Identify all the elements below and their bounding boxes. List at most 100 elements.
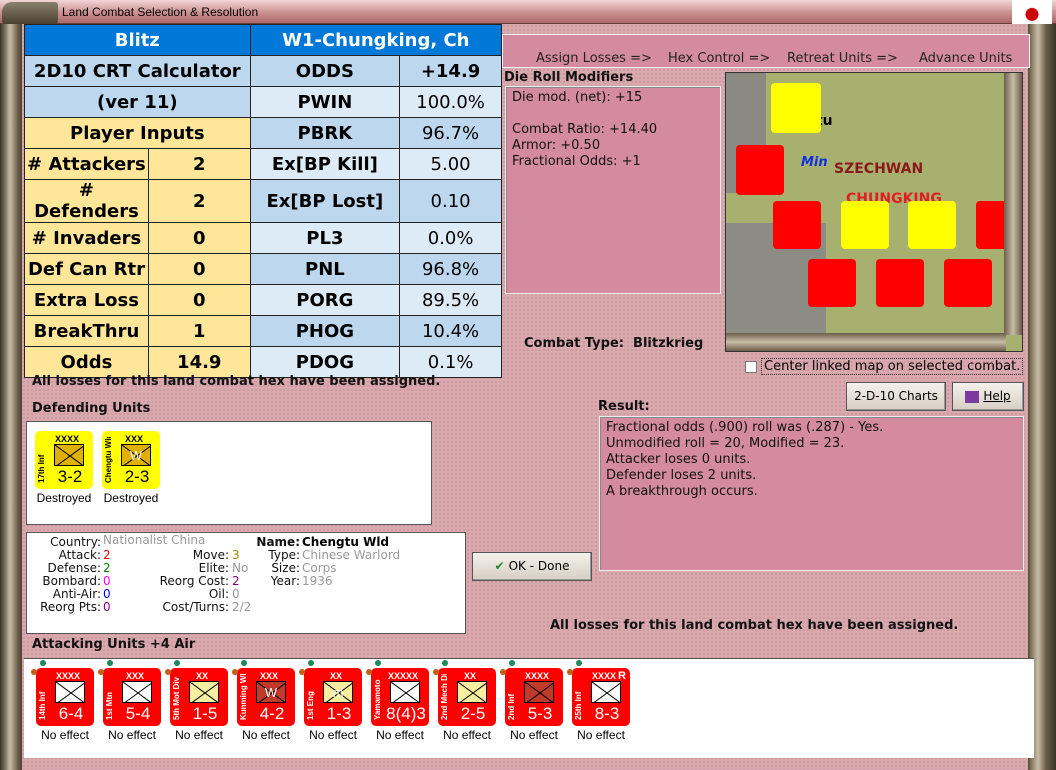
unit-counter[interactable]: XXXX 17th Inf 3-2 xyxy=(35,431,93,489)
ok-done-button[interactable]: ✔ OK - Done xyxy=(472,552,592,581)
unit-strength: 1-5 xyxy=(192,704,218,723)
result-title: Result: xyxy=(598,399,650,414)
die-roll-modifiers-box: Die mod. (net): +15 Combat Ratio: +14.40… xyxy=(505,86,721,294)
output-value: 89.5% xyxy=(399,284,502,316)
unit-counter[interactable]: XXX W Chengtu Wld 2-3 xyxy=(102,431,160,489)
unit-status-dot xyxy=(366,669,372,675)
unit-status-dot xyxy=(165,669,171,675)
output-value: 0.1% xyxy=(399,346,502,378)
ok-done-label: OK - Done xyxy=(508,559,570,573)
die-mod-line: Combat Ratio: +14.40 xyxy=(512,122,658,137)
unit-status-dot xyxy=(98,669,104,675)
output-value: 100.0% xyxy=(399,86,502,118)
window-title: Land Combat Selection & Resolution xyxy=(62,5,259,19)
result-box: Fractional odds (.900) roll was (.287) -… xyxy=(599,416,1024,571)
unit-strength: 5-4 xyxy=(125,704,151,723)
help-label: Help xyxy=(983,389,1011,403)
map-vertical-scrollbar[interactable] xyxy=(1004,73,1022,335)
output-value: 0.10 xyxy=(399,179,502,223)
map-counter[interactable] xyxy=(908,201,956,249)
hex-map[interactable]: ngtu Min SZECHWAN CHUNGKING xyxy=(725,72,1023,352)
unit-type-symbol-icon xyxy=(54,444,84,466)
center-linked-label[interactable]: Center linked map on selected combat. xyxy=(761,358,1024,375)
unit-counter[interactable]: XX m 1st Eng 1-3 xyxy=(304,668,362,726)
reorg-pts-label: Reorg Pts: xyxy=(40,600,101,614)
output-value: 96.7% xyxy=(399,117,502,149)
left-frame xyxy=(0,24,24,770)
attacking-title: Attacking Units +4 Air xyxy=(32,637,196,652)
rising-sun-flag-icon xyxy=(1012,0,1052,24)
unit-result: No effect xyxy=(309,728,357,742)
input-label: Odds xyxy=(24,346,149,378)
output-value: 96.8% xyxy=(399,253,502,285)
phase-retreat-units[interactable]: Retreat Units => xyxy=(787,51,898,66)
input-value[interactable]: 1 xyxy=(147,315,251,347)
die-roll-title: Die Roll Modifiers xyxy=(504,70,634,85)
unit-strength: 8(4)3 xyxy=(386,704,426,723)
unit-mark: W xyxy=(264,685,278,700)
unit-counter[interactable]: XXX 1st Mtn 5-4 xyxy=(103,668,161,726)
combat-type-key: Combat Type: xyxy=(524,336,624,351)
phase-bar: Assign Losses => Hex Control => Retreat … xyxy=(502,34,1030,68)
output-label: PORG xyxy=(249,284,401,316)
unit-type-symbol-icon: W xyxy=(256,681,286,703)
die-mod-line: Die mod. (net): +15 xyxy=(512,90,643,105)
unit-counter[interactable]: XXXX 25th Inf 8-3 R xyxy=(572,668,630,726)
input-value[interactable]: 0 xyxy=(147,284,251,316)
output-value: 10.4% xyxy=(399,315,502,347)
unit-strength: 1-3 xyxy=(326,704,352,723)
unit-counter[interactable]: XXX W Kunming Wld 4-2 xyxy=(237,668,295,726)
unit-status-dot xyxy=(509,660,515,666)
map-counter[interactable] xyxy=(773,201,821,249)
phase-assign-losses[interactable]: Assign Losses => xyxy=(536,51,652,66)
unit-status-dot xyxy=(576,660,582,666)
unit-result: No effect xyxy=(376,728,424,742)
combat-type-label: Combat Type: Blitzkrieg xyxy=(524,336,703,351)
die-mod-line: Fractional Odds: +1 xyxy=(512,154,641,169)
phase-advance-units[interactable]: Advance Units xyxy=(919,51,1012,66)
attacking-units-panel: XXXX 14th Inf 6-4 No effect XXX 1st Mtn 5-… xyxy=(24,658,1034,758)
unit-status-dot xyxy=(31,669,37,675)
unit-status-dot xyxy=(241,660,247,666)
output-label: PL3 xyxy=(249,222,401,254)
map-counter[interactable] xyxy=(771,83,821,133)
input-label: # Defenders xyxy=(24,179,149,223)
map-horizontal-scrollbar[interactable] xyxy=(726,333,1006,351)
unit-mark: W xyxy=(129,448,143,463)
reorg-pts-value: 0 xyxy=(103,600,111,614)
unit-counter[interactable]: XX 5th Mot Div 1-5 xyxy=(170,668,228,726)
sheet-header-right: W1-Chungking, Ch xyxy=(249,24,503,56)
cost-turns-label: Cost/Turns: xyxy=(162,600,229,614)
phase-hex-control[interactable]: Hex Control => xyxy=(668,51,770,66)
unit-counter[interactable]: XXXX 14th Inf 6-4 xyxy=(36,668,94,726)
unit-status-dot xyxy=(567,669,573,675)
map-counter[interactable] xyxy=(808,259,856,307)
unit-status-dot xyxy=(299,669,305,675)
unit-status-dot xyxy=(500,669,506,675)
system-menu-button[interactable] xyxy=(2,2,58,24)
title-bar: Land Combat Selection & Resolution xyxy=(0,0,1056,24)
input-value[interactable]: 2 xyxy=(147,179,251,223)
unit-result: No effect xyxy=(175,728,223,742)
year-value: 1936 xyxy=(302,574,333,588)
unit-counter[interactable]: XXXXX Yamamoto 8(4)3 xyxy=(371,668,429,726)
map-counter[interactable] xyxy=(944,259,992,307)
center-linked-checkbox[interactable] xyxy=(745,361,757,373)
help-button[interactable]: Help xyxy=(952,382,1024,411)
input-value[interactable]: 14.9 xyxy=(147,346,251,378)
unit-counter[interactable]: XX 2nd Mech Div 2-5 xyxy=(438,668,496,726)
input-value[interactable]: 2 xyxy=(147,148,251,180)
map-counter[interactable] xyxy=(736,145,784,195)
unit-type-symbol-icon: W xyxy=(121,444,151,466)
unit-strength: 4-2 xyxy=(259,704,285,723)
unit-counter[interactable]: XXXX 2nd Inf 5-3 xyxy=(505,668,563,726)
defending-title: Defending Units xyxy=(32,401,151,416)
output-label: Ex[BP Kill] xyxy=(249,148,401,180)
sheet-header-left: Blitz xyxy=(24,24,251,56)
input-value[interactable]: 0 xyxy=(147,253,251,285)
map-counter[interactable] xyxy=(841,201,889,249)
charts-button[interactable]: 2-D-10 Charts xyxy=(846,382,946,411)
output-label: PWIN xyxy=(249,86,401,118)
input-value[interactable]: 0 xyxy=(147,222,251,254)
map-counter[interactable] xyxy=(876,259,924,307)
